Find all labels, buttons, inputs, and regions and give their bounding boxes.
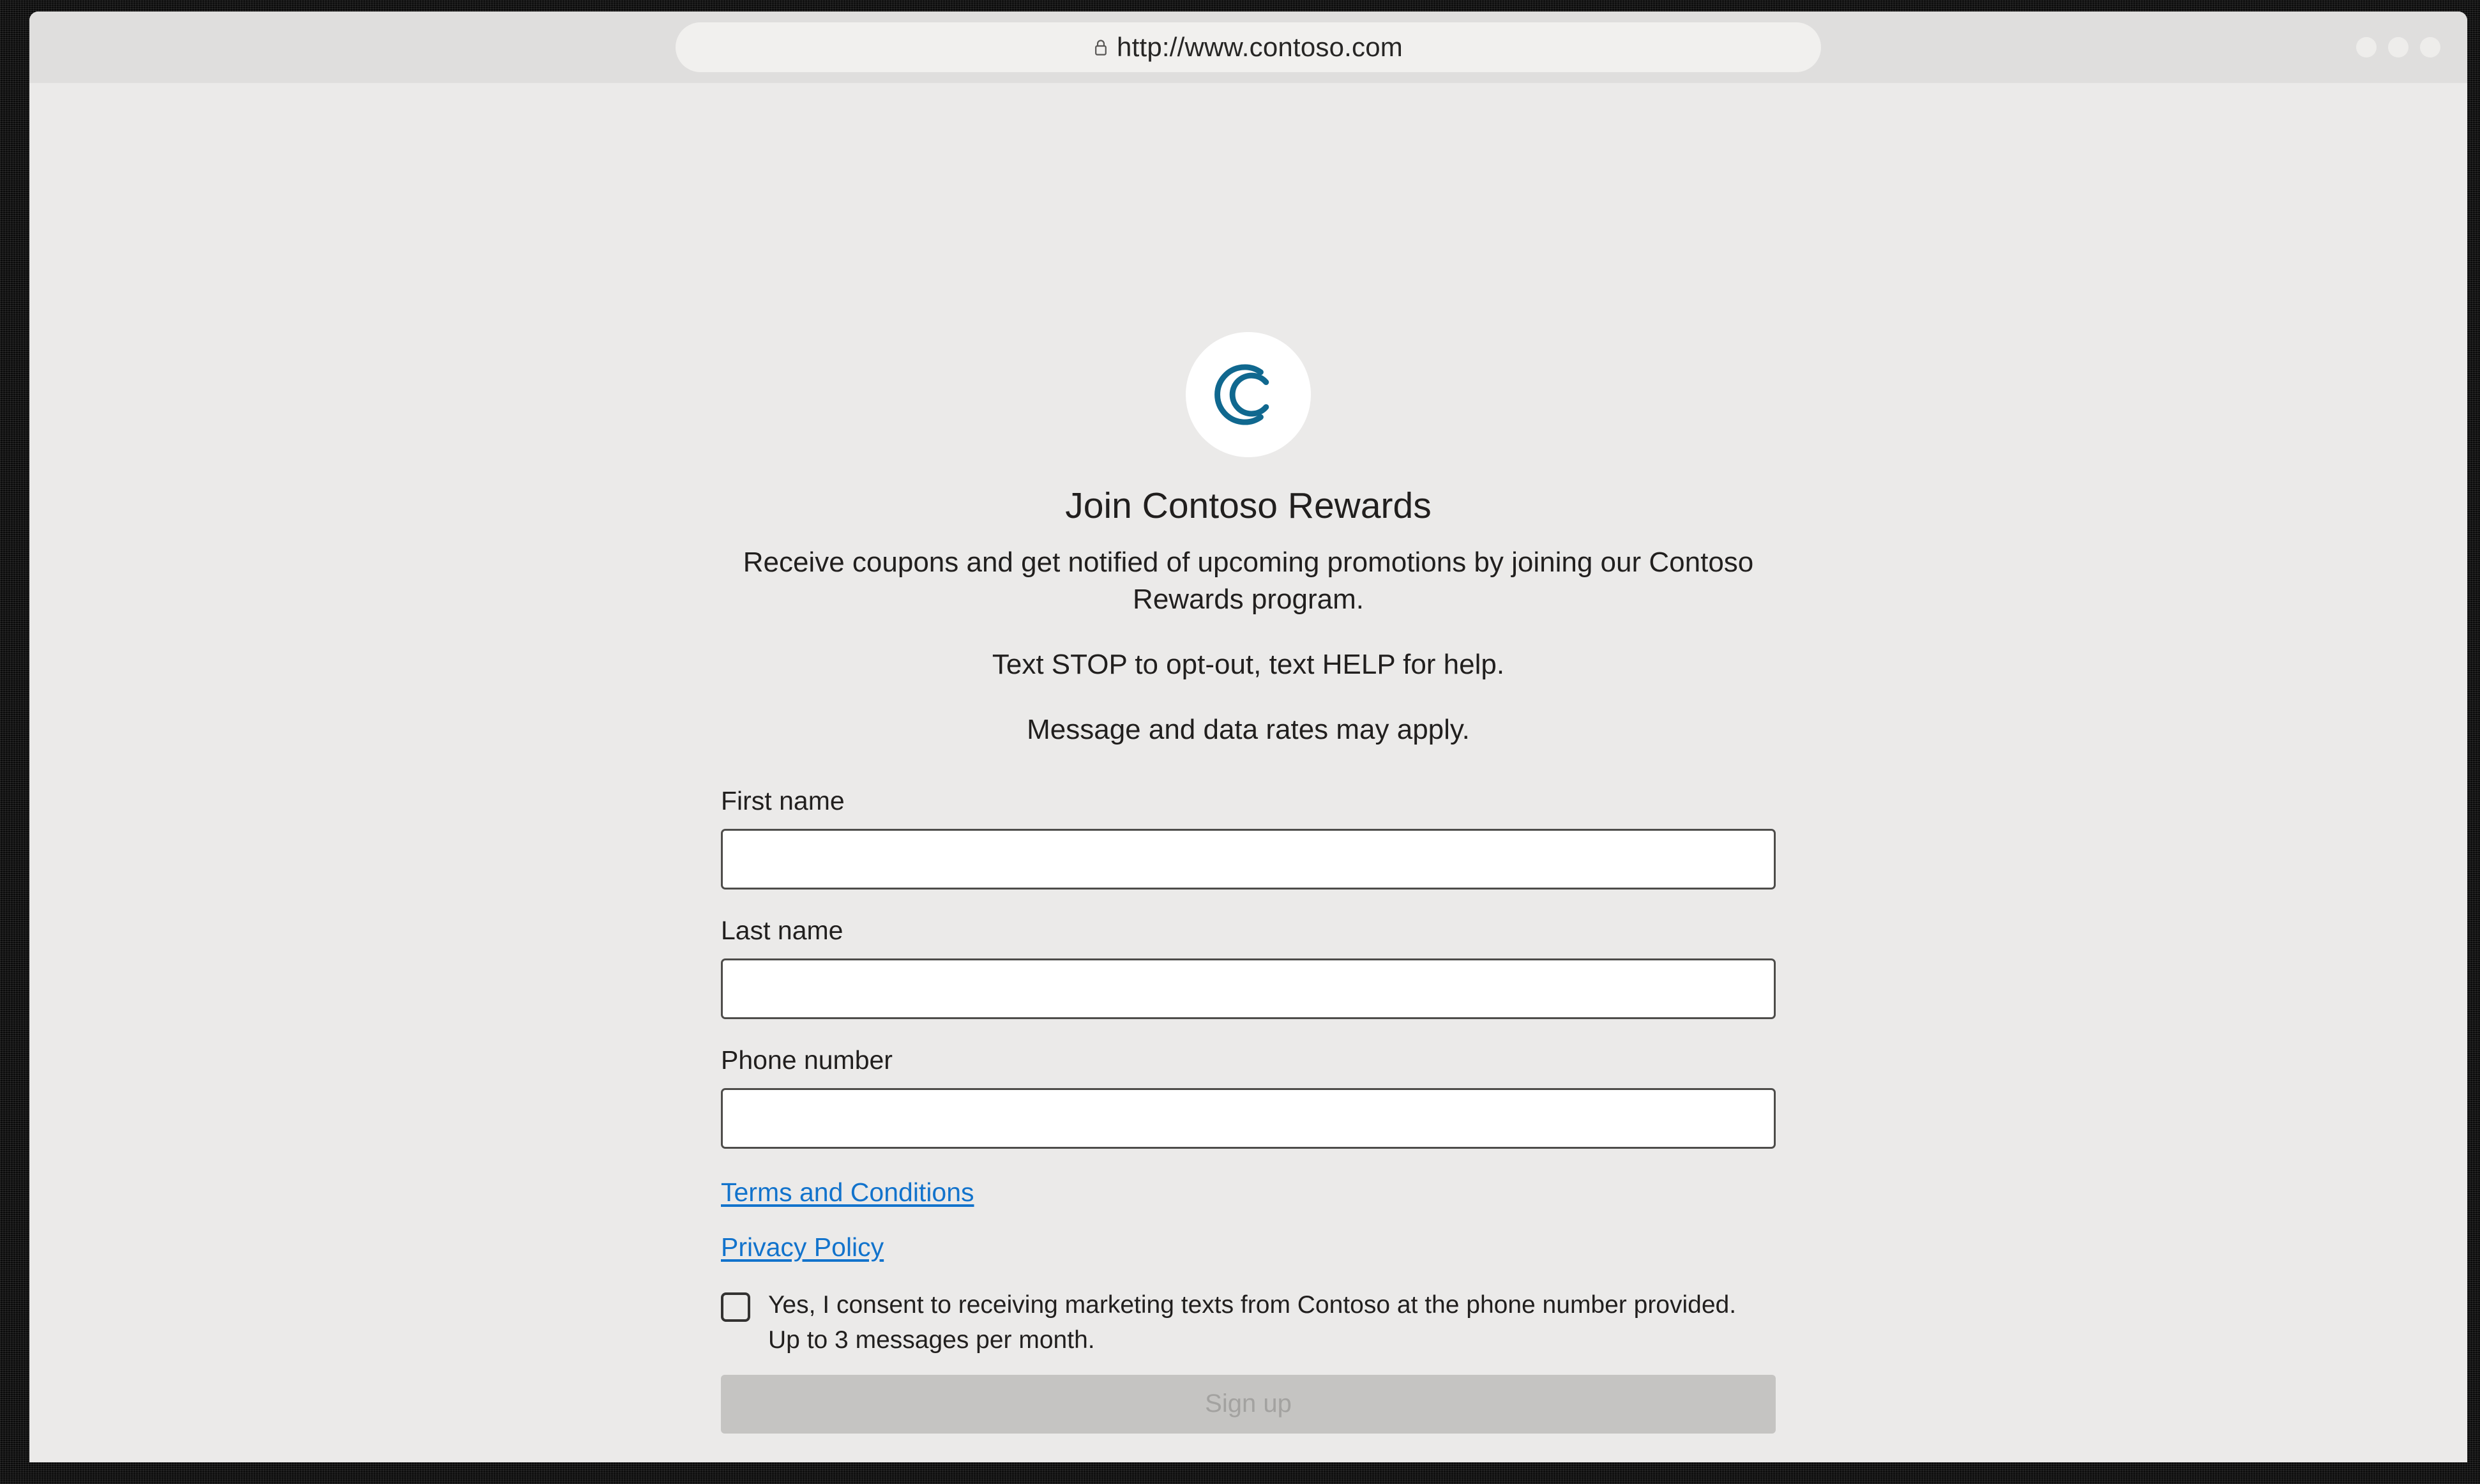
intro-paragraph: Receive coupons and get notified of upco… <box>743 546 1754 615</box>
last-name-input[interactable] <box>721 958 1776 1020</box>
intro-rates-text: Message and data rates may apply. <box>1027 713 1470 745</box>
signup-form: First name Last name Phone number Terms … <box>721 785 1776 1434</box>
privacy-policy-link[interactable]: Privacy Policy <box>721 1232 884 1263</box>
signup-card: Join Contoso Rewards Receive coupons and… <box>721 332 1776 1434</box>
browser-title-bar: http://www.contoso.com <box>29 11 2467 83</box>
marketing-consent-label: Yes, I consent to receiving marketing te… <box>768 1291 1737 1354</box>
maximize-dot-icon[interactable] <box>2388 37 2408 57</box>
page-viewport: Join Contoso Rewards Receive coupons and… <box>29 83 2467 1462</box>
phone-number-input[interactable] <box>721 1088 1776 1149</box>
phone-number-label: Phone number <box>721 1045 893 1075</box>
first-name-input[interactable] <box>721 829 1776 890</box>
field-phone-number: Phone number <box>721 1045 1776 1149</box>
consent-row: Yes, I consent to receiving marketing te… <box>721 1287 1776 1358</box>
terms-link-row: Terms and Conditions <box>721 1177 1776 1208</box>
brand-logo-wrap <box>721 332 1776 457</box>
field-last-name: Last name <box>721 915 1776 1020</box>
screen-frame: http://www.contoso.com Join Contoso Rewa… <box>0 0 2480 1484</box>
page-title: Join Contoso Rewards <box>1065 485 1432 526</box>
marketing-consent-checkbox[interactable] <box>721 1292 750 1322</box>
last-name-label: Last name <box>721 916 843 946</box>
sign-up-button[interactable]: Sign up <box>721 1374 1776 1434</box>
terms-and-conditions-link[interactable]: Terms and Conditions <box>721 1177 974 1208</box>
lock-icon <box>1094 38 1108 56</box>
privacy-link-row: Privacy Policy <box>721 1232 1776 1263</box>
first-name-label: First name <box>721 785 845 815</box>
close-dot-icon[interactable] <box>2420 37 2440 57</box>
address-bar-text: http://www.contoso.com <box>1117 32 1403 62</box>
contoso-logo-icon <box>1186 332 1311 457</box>
minimize-dot-icon[interactable] <box>2356 37 2377 57</box>
field-first-name: First name <box>721 785 1776 890</box>
address-bar[interactable]: http://www.contoso.com <box>676 22 1821 72</box>
window-controls <box>2356 37 2440 57</box>
browser-window: http://www.contoso.com Join Contoso Rewa… <box>29 11 2467 1462</box>
intro-stop-text: Text STOP to opt-out, text HELP for help… <box>992 648 1505 680</box>
